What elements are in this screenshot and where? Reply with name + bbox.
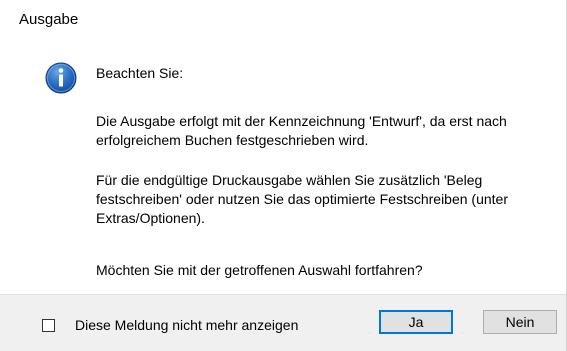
- info-icon: [45, 62, 77, 94]
- dialog-content: Beachten Sie: Die Ausgabe erfolgt mit de…: [0, 40, 566, 293]
- message-question: Möchten Sie mit der getroffenen Auswahl …: [96, 262, 423, 278]
- yes-button[interactable]: Ja: [379, 310, 453, 334]
- message-paragraph-final-print: Für die endgültige Druckausgabe wählen S…: [96, 172, 509, 226]
- message-dialog: Ausgabe Beachten Sie: Die Ausgabe erfolg…: [0, 0, 567, 351]
- message-paragraph-draft: Die Ausgabe erfolgt mit der Kennzeichnun…: [96, 113, 507, 148]
- message-heading: Beachten Sie:: [96, 65, 184, 81]
- dialog-title: Ausgabe: [19, 11, 79, 28]
- title-bar: Ausgabe: [0, 0, 566, 40]
- no-button[interactable]: Nein: [483, 310, 557, 334]
- dont-show-again-checkbox[interactable]: Diese Meldung nicht mehr anzeigen: [42, 316, 298, 334]
- checkbox-box[interactable]: [42, 318, 55, 332]
- checkbox-label: Diese Meldung nicht mehr anzeigen: [75, 317, 299, 333]
- dialog-footer: Diese Meldung nicht mehr anzeigen Ja Nei…: [0, 294, 566, 351]
